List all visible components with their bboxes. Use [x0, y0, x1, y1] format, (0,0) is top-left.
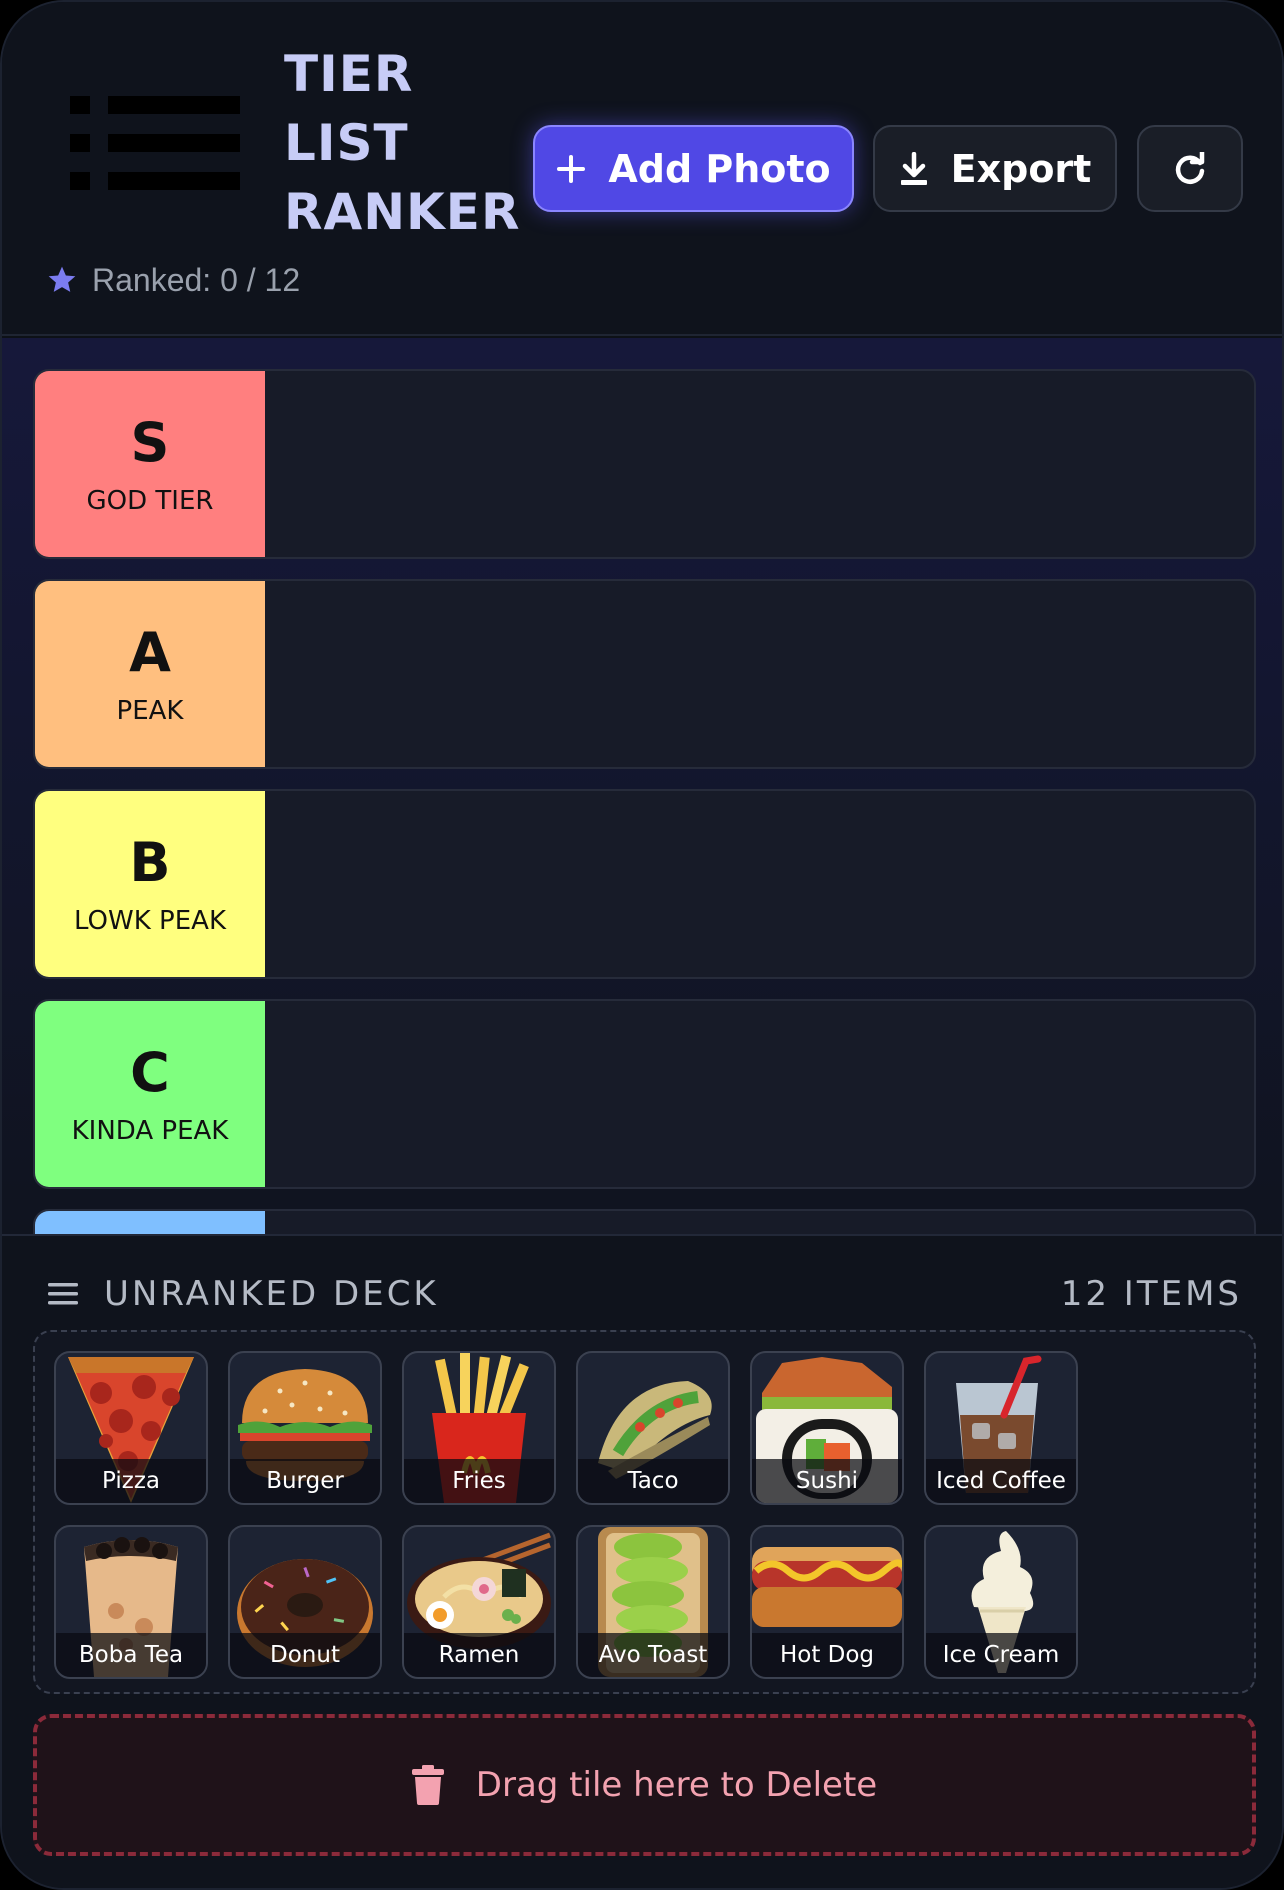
deck-header: UNRANKED DECK 12 ITEMS [48, 1264, 1242, 1324]
tier-name: PEAK [116, 696, 184, 726]
tile-label: Boba Tea [56, 1633, 206, 1677]
tier-letter: S [130, 411, 170, 474]
tier-label-d[interactable] [35, 1211, 265, 1234]
ranked-label: Ranked: 0 / 12 [92, 261, 301, 298]
tile-label: Ramen [404, 1633, 554, 1677]
tier-dropzone-a[interactable] [265, 581, 1254, 767]
title-line: TIER [284, 45, 414, 103]
tier-letter: C [130, 1041, 170, 1104]
trash-icon [411, 1765, 444, 1805]
tile-sushi[interactable]: Sushi [750, 1351, 904, 1505]
deck-panel: UNRANKED DECK 12 ITEMS Pizza Burger Frie… [2, 1234, 1282, 1888]
download-icon [899, 151, 929, 186]
tier-letter: B [129, 831, 171, 894]
tier-row-d [33, 1209, 1256, 1234]
tier-name: GOD TIER [86, 486, 214, 516]
tier-board: S GOD TIER A PEAK B LOWK PEAK C KINDA PE… [2, 338, 1282, 1234]
tile-avo-toast[interactable]: Avo Toast [576, 1525, 730, 1679]
tier-label-b[interactable]: B LOWK PEAK [35, 791, 265, 977]
tier-row-c: C KINDA PEAK [33, 999, 1256, 1189]
tile-label: Burger [230, 1459, 380, 1503]
refresh-button[interactable] [1137, 125, 1243, 212]
list-icon [70, 96, 240, 190]
tile-taco[interactable]: Taco [576, 1351, 730, 1505]
plus-icon [556, 154, 586, 184]
tile-burger[interactable]: Burger [228, 1351, 382, 1505]
title-line: LIST [284, 114, 409, 172]
tile-iced-coffee[interactable]: Iced Coffee [924, 1351, 1078, 1505]
tile-fries[interactable]: Fries [402, 1351, 556, 1505]
tile-pizza[interactable]: Pizza [54, 1351, 208, 1505]
tile-label: Ice Cream [926, 1633, 1076, 1677]
tier-dropzone-d[interactable] [265, 1211, 1254, 1234]
app-frame: TIER LIST RANKER Add Photo Export Ranked… [0, 0, 1284, 1890]
deck-count: 12 ITEMS [1060, 1274, 1242, 1314]
tile-label: Taco [578, 1459, 728, 1503]
tier-row-a: A PEAK [33, 579, 1256, 769]
tier-dropzone-s[interactable] [265, 371, 1254, 557]
tile-label: Sushi [752, 1459, 902, 1503]
tile-label: Avo Toast [578, 1633, 728, 1677]
deck-title: UNRANKED DECK [104, 1274, 439, 1314]
tier-label-a[interactable]: A PEAK [35, 581, 265, 767]
tier-dropzone-c[interactable] [265, 1001, 1254, 1187]
tier-name: LOWK PEAK [74, 906, 226, 936]
add-photo-label: Add Photo [608, 146, 831, 191]
tile-ramen[interactable]: Ramen [402, 1525, 556, 1679]
tier-label-c[interactable]: C KINDA PEAK [35, 1001, 265, 1187]
tier-name: KINDA PEAK [71, 1116, 229, 1146]
refresh-icon [1175, 151, 1205, 184]
app-header: TIER LIST RANKER Add Photo Export Ranked… [2, 2, 1282, 336]
title-line: RANKER [284, 183, 521, 241]
tier-label-s[interactable]: S GOD TIER [35, 371, 265, 557]
tier-dropzone-b[interactable] [265, 791, 1254, 977]
delete-label: Drag tile here to Delete [475, 1765, 878, 1805]
tile-boba-tea[interactable]: Boba Tea [54, 1525, 208, 1679]
ranked-counter: Ranked: 0 / 12 [46, 258, 300, 302]
tile-donut[interactable]: Donut [228, 1525, 382, 1679]
tile-label: Donut [230, 1633, 380, 1677]
menu-icon [48, 1282, 78, 1306]
tile-ice-cream[interactable]: Ice Cream [924, 1525, 1078, 1679]
tier-row-b: B LOWK PEAK [33, 789, 1256, 979]
tile-label: Iced Coffee [926, 1459, 1076, 1503]
tier-letter: A [129, 621, 171, 684]
tile-hot-dog[interactable]: Hot Dog [750, 1525, 904, 1679]
delete-dropzone[interactable]: Drag tile here to Delete [33, 1714, 1256, 1856]
export-button[interactable]: Export [873, 125, 1117, 212]
tier-row-s: S GOD TIER [33, 369, 1256, 559]
tile-label: Pizza [56, 1459, 206, 1503]
unranked-deck[interactable]: Pizza Burger Fries Taco Sushi Iced Coffe… [33, 1330, 1256, 1694]
star-icon [46, 264, 78, 296]
app-title: TIER LIST RANKER [284, 40, 524, 247]
tile-label: Fries [404, 1459, 554, 1503]
add-photo-button[interactable]: Add Photo [533, 125, 854, 212]
export-label: Export [950, 146, 1092, 191]
tile-label: Hot Dog [752, 1633, 902, 1677]
